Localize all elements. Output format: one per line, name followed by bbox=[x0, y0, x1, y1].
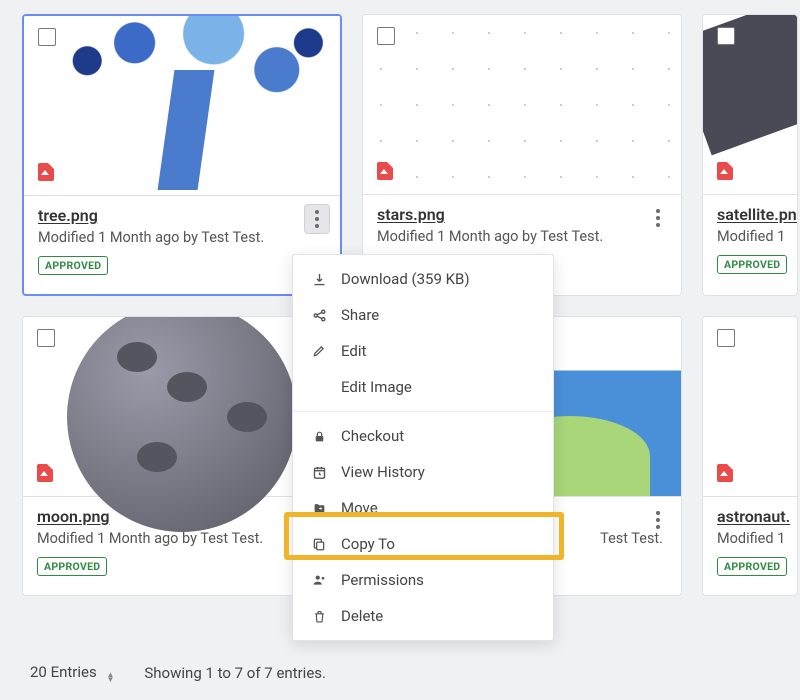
menu-checkout[interactable]: Checkout bbox=[293, 418, 553, 454]
menu-label: Edit Image bbox=[341, 378, 412, 396]
status-badge: APPROVED bbox=[37, 557, 107, 576]
file-title[interactable]: tree.png bbox=[38, 206, 326, 225]
entries-selector[interactable]: 20 Entries ▲▼ bbox=[30, 663, 114, 682]
thumbnail[interactable] bbox=[703, 15, 797, 195]
modified-line: Modified 1 Month ago by Test Test. bbox=[38, 229, 326, 246]
menu-label: Permissions bbox=[341, 571, 424, 589]
menu-move[interactable]: Move bbox=[293, 490, 553, 526]
more-actions-button[interactable] bbox=[304, 204, 330, 234]
menu-delete[interactable]: Delete bbox=[293, 598, 553, 634]
history-icon bbox=[311, 464, 327, 480]
more-actions-button[interactable] bbox=[645, 203, 671, 233]
trash-icon bbox=[311, 608, 327, 624]
menu-label: Checkout bbox=[341, 427, 404, 445]
menu-edit-image[interactable]: Edit Image bbox=[293, 369, 553, 405]
menu-label: Delete bbox=[341, 607, 383, 625]
file-card-satellite[interactable]: satellite.png Modified 1 APPROVED bbox=[702, 14, 798, 296]
more-actions-button[interactable] bbox=[645, 505, 671, 535]
select-checkbox[interactable] bbox=[37, 329, 55, 347]
menu-label: Copy To bbox=[341, 535, 395, 553]
modified-line: Modified 1 Month ago by Test Test. bbox=[37, 530, 327, 547]
menu-permissions[interactable]: Permissions bbox=[293, 562, 553, 598]
file-title[interactable]: stars.png bbox=[377, 205, 667, 224]
menu-copy-to[interactable]: Copy To bbox=[293, 526, 553, 562]
copy-icon bbox=[311, 536, 327, 552]
file-title[interactable]: astronaut. bbox=[717, 507, 783, 526]
users-icon bbox=[311, 572, 327, 588]
menu-label: View History bbox=[341, 463, 425, 481]
image-file-icon bbox=[717, 464, 733, 482]
select-checkbox[interactable] bbox=[377, 27, 395, 45]
thumbnail[interactable] bbox=[703, 317, 797, 497]
card-meta: astronaut. Modified 1 APPROVED bbox=[703, 497, 797, 595]
menu-divider bbox=[293, 411, 553, 412]
menu-label: Move bbox=[341, 499, 378, 517]
image-file-icon bbox=[37, 464, 53, 482]
modified-line: Modified 1 bbox=[717, 530, 783, 547]
menu-label: Edit bbox=[341, 342, 366, 360]
menu-view-history[interactable]: View History bbox=[293, 454, 553, 490]
menu-edit[interactable]: Edit bbox=[293, 333, 553, 369]
folder-move-icon bbox=[311, 500, 327, 516]
modified-line: Modified 1 Month ago by Test Test. bbox=[377, 228, 667, 245]
download-icon bbox=[311, 271, 327, 287]
select-checkbox[interactable] bbox=[717, 329, 735, 347]
menu-label: Share bbox=[341, 306, 379, 324]
image-file-icon bbox=[377, 162, 393, 180]
blank-icon bbox=[311, 379, 327, 395]
context-menu: Download (359 KB) Share Edit Edit Image … bbox=[292, 254, 554, 641]
select-checkbox[interactable] bbox=[38, 28, 56, 46]
select-checkbox[interactable] bbox=[717, 27, 735, 45]
footer: 20 Entries ▲▼ Showing 1 to 7 of 7 entrie… bbox=[30, 663, 326, 682]
image-file-icon bbox=[38, 163, 54, 181]
sort-arrows-icon: ▲▼ bbox=[106, 672, 114, 682]
file-card-astronaut[interactable]: astronaut. Modified 1 APPROVED bbox=[702, 316, 798, 596]
status-badge: APPROVED bbox=[717, 255, 787, 274]
image-file-icon bbox=[717, 162, 733, 180]
status-badge: APPROVED bbox=[38, 256, 108, 275]
menu-share[interactable]: Share bbox=[293, 297, 553, 333]
showing-text: Showing 1 to 7 of 7 entries. bbox=[144, 664, 326, 682]
lock-icon bbox=[311, 428, 327, 444]
share-icon bbox=[311, 307, 327, 323]
menu-download[interactable]: Download (359 KB) bbox=[293, 261, 553, 297]
card-meta: satellite.png Modified 1 APPROVED bbox=[703, 195, 797, 293]
thumbnail[interactable] bbox=[363, 15, 681, 195]
pencil-icon bbox=[311, 343, 327, 359]
status-badge: APPROVED bbox=[717, 557, 787, 576]
file-title[interactable]: moon.png bbox=[37, 507, 327, 526]
modified-line: Modified 1 bbox=[717, 228, 783, 245]
menu-label: Download (359 KB) bbox=[341, 270, 470, 288]
thumbnail[interactable] bbox=[24, 16, 340, 196]
file-title[interactable]: satellite.png bbox=[717, 205, 783, 224]
